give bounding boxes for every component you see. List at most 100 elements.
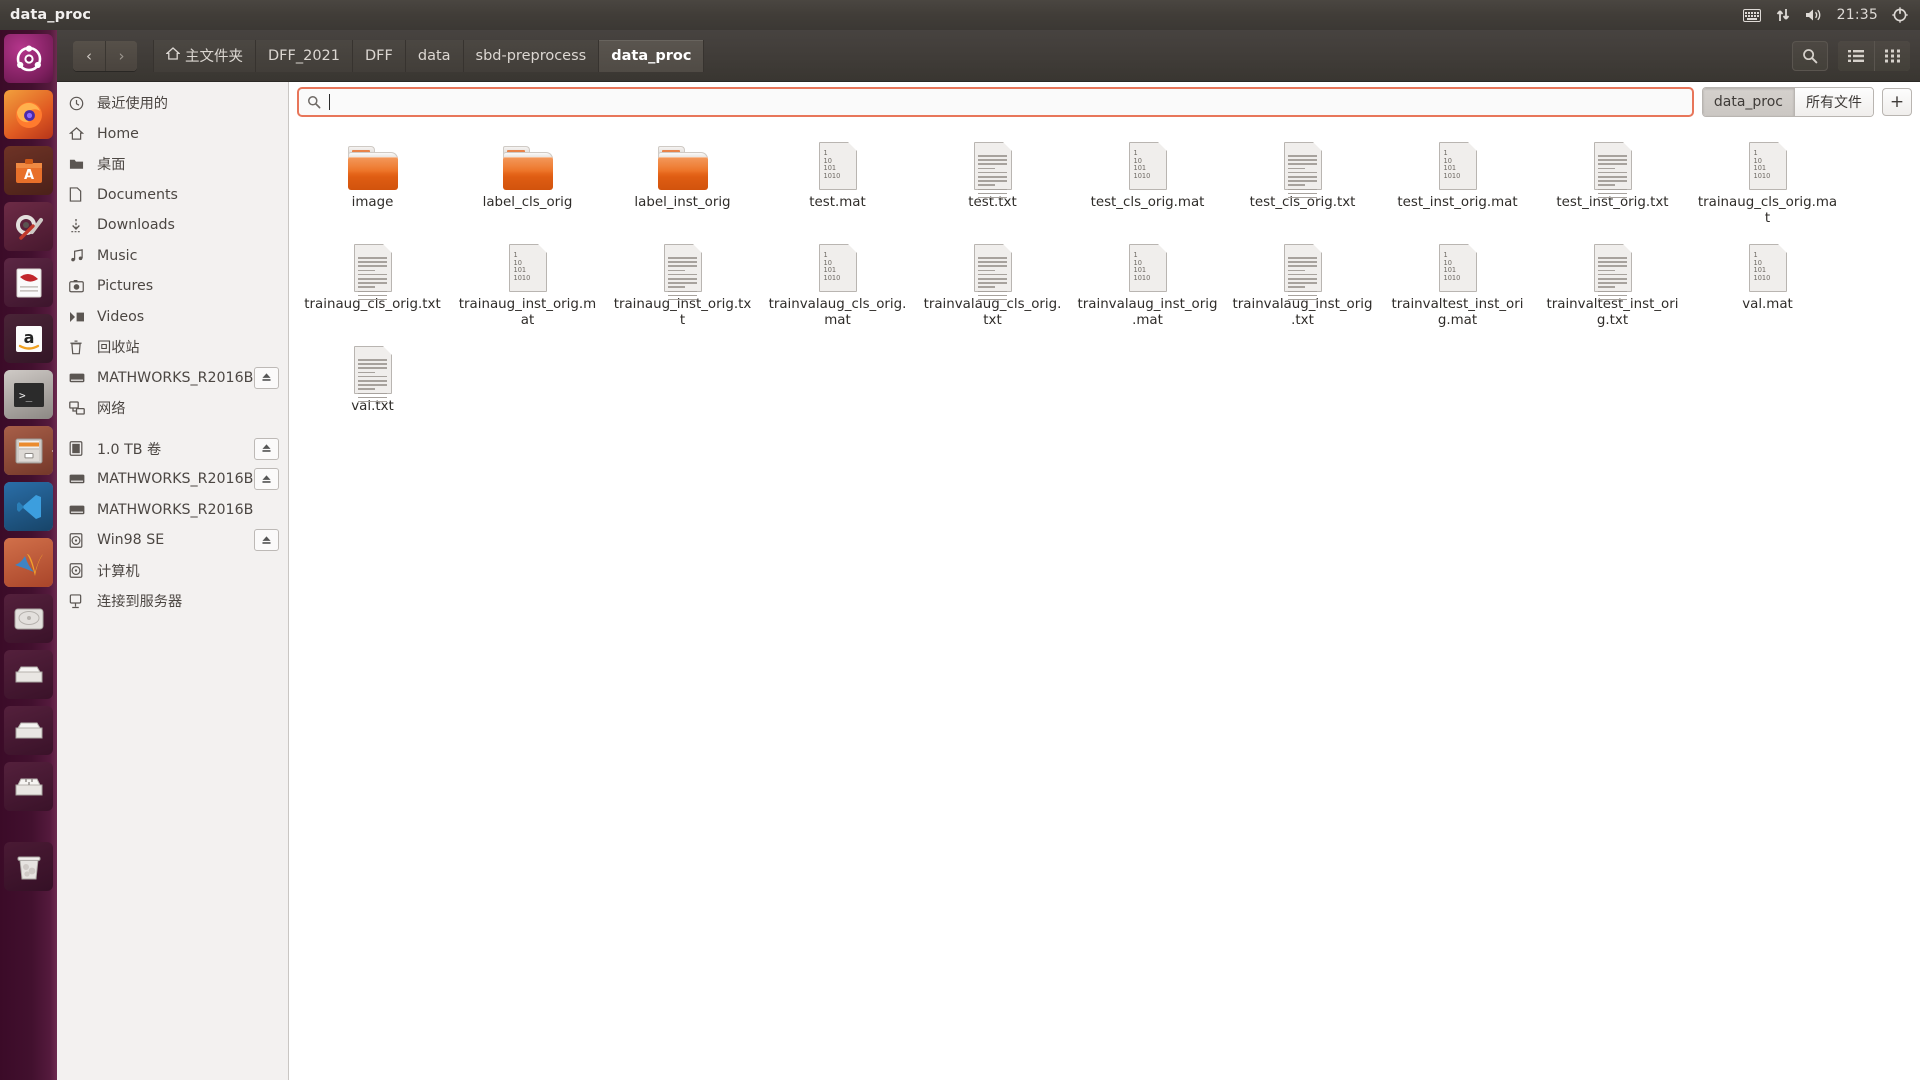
launcher-item-terminal[interactable]: >_ [4, 370, 53, 419]
file-item[interactable]: 1 10 101 1010 test_inst_orig.mat [1380, 128, 1535, 230]
launcher-item-libreoffice-writer[interactable] [4, 258, 53, 307]
eject-button[interactable] [254, 529, 279, 552]
file-item[interactable]: 1 10 101 1010 test_cls_orig.mat [1070, 128, 1225, 230]
launcher-item-ubuntu-dash[interactable] [4, 34, 53, 83]
sidebar-item-7[interactable]: Videos [57, 302, 288, 333]
clock-label[interactable]: 21:35 [1837, 7, 1878, 23]
sidebar-item-9[interactable]: MATHWORKS_R2016B [57, 363, 288, 394]
sidebar-item-2[interactable]: 桌面 [57, 149, 288, 180]
grid-view-icon[interactable] [1874, 40, 1910, 71]
forward-button[interactable]: › [105, 40, 137, 71]
breadcrumb-item-2[interactable]: DFF [353, 39, 406, 72]
search-icon[interactable] [1792, 40, 1828, 71]
sidebar-item-5[interactable]: Music [57, 241, 288, 272]
breadcrumb-item-5[interactable]: data_proc [599, 39, 705, 72]
file-item[interactable]: label_cls_orig [450, 128, 605, 230]
text-file-icon [353, 243, 393, 301]
tab-0[interactable]: data_proc [1702, 88, 1794, 116]
sidebar-item-3[interactable]: Documents [57, 180, 288, 211]
file-item[interactable]: label_inst_orig [605, 128, 760, 230]
sidebar-item-0[interactable]: 最近使用的 [57, 88, 288, 119]
file-item[interactable]: trainvaltest_inst_orig.txt [1535, 230, 1690, 332]
breadcrumb-item-0[interactable]: 主文件夹 [153, 39, 256, 72]
sidebar-item-4[interactable]: Downloads [57, 210, 288, 241]
sidebar-separator [57, 424, 288, 434]
list-view-icon[interactable] [1838, 40, 1874, 71]
search-input[interactable] [297, 87, 1694, 117]
file-item[interactable]: 1 10 101 1010 trainvalaug_inst_orig.mat [1070, 230, 1225, 332]
file-item[interactable]: trainaug_inst_orig.txt [605, 230, 760, 332]
text-file-icon [1593, 243, 1633, 301]
launcher-item-matlab[interactable] [4, 538, 53, 587]
power-gear-icon[interactable] [1892, 7, 1908, 23]
eject-button[interactable] [254, 366, 279, 389]
drive-icon [69, 504, 93, 516]
server-icon [69, 594, 93, 609]
file-item[interactable]: 1 10 101 1010 trainvalaug_cls_orig.mat [760, 230, 915, 332]
binary-icon-text: 1 10 101 1010 [513, 251, 531, 282]
volume-icon[interactable] [1805, 7, 1823, 23]
sidebar-item-12[interactable]: MATHWORKS_R2016B [57, 464, 288, 495]
breadcrumb-label: 主文件夹 [185, 49, 243, 65]
breadcrumb-item-1[interactable]: DFF_2021 [256, 39, 353, 72]
file-name-label: trainvaltest_inst_orig.mat [1391, 297, 1524, 328]
sidebar-item-15[interactable]: 计算机 [57, 556, 288, 587]
sidebar-item-1[interactable]: Home [57, 119, 288, 150]
launcher-item-optical-drive-1[interactable] [4, 650, 53, 699]
sidebar-item-label: MATHWORKS_R2016B [97, 501, 254, 518]
file-item[interactable]: val.txt [295, 332, 450, 419]
keyboard-icon[interactable] [1742, 8, 1761, 22]
sidebar-item-14[interactable]: Win98 SE [57, 525, 288, 556]
breadcrumb-item-3[interactable]: data [405, 39, 464, 72]
panel-window-title[interactable]: data_proc [10, 7, 91, 23]
launcher-item-vscode[interactable] [4, 482, 53, 531]
breadcrumb-item-4[interactable]: sbd-preprocess [463, 39, 600, 72]
sidebar-item-8[interactable]: 回收站 [57, 332, 288, 363]
eject-button[interactable] [254, 468, 279, 491]
file-name-label: test_cls_orig.mat [1090, 195, 1205, 210]
file-grid: image label_cls_orig label_inst_orig 1 10 101… [289, 122, 1920, 1080]
binary-icon-text: 1 10 101 1010 [1133, 251, 1151, 282]
file-item[interactable]: trainaug_cls_orig.txt [295, 230, 450, 332]
file-item[interactable]: 1 10 101 1010 trainvaltest_inst_orig.mat [1380, 230, 1535, 332]
file-item[interactable]: trainvalaug_inst_orig.txt [1225, 230, 1380, 332]
launcher-item-system-settings[interactable] [4, 202, 53, 251]
file-item[interactable]: 1 10 101 1010 test.mat [760, 128, 915, 230]
sidebar-item-label: Videos [97, 308, 145, 325]
top-panel: data_proc 21:35 [0, 0, 1920, 30]
sidebar-item-10[interactable]: 网络 [57, 393, 288, 424]
tab-1[interactable]: 所有文件 [1794, 88, 1873, 116]
file-icon [973, 134, 1013, 199]
sidebar-item-6[interactable]: Pictures [57, 271, 288, 302]
sidebar-item-16[interactable]: 连接到服务器 [57, 586, 288, 617]
file-item[interactable]: trainvalaug_cls_orig.txt [915, 230, 1070, 332]
launcher-item-win98-drive[interactable] [4, 762, 53, 811]
launcher-item-software-center[interactable]: A [4, 146, 53, 195]
network-updown-icon[interactable] [1775, 7, 1791, 23]
launcher-item-files[interactable] [4, 426, 53, 475]
sidebar-item-13[interactable]: MATHWORKS_R2016B [57, 495, 288, 526]
file-item[interactable]: image [295, 128, 450, 230]
launcher-item-amazon[interactable]: a [4, 314, 53, 363]
launcher-item-hard-disk[interactable] [4, 594, 53, 643]
sidebar-item-label: 回收站 [97, 340, 140, 357]
eject-button[interactable] [254, 437, 279, 460]
toolbar: ‹ › 主文件夹 DFF_2021 DFF data sbd-preprocess dat… [57, 30, 1920, 82]
back-button[interactable]: ‹ [73, 40, 105, 71]
file-item[interactable]: 1 10 101 1010 trainaug_cls_orig.mat [1690, 128, 1845, 230]
sidebar-item-11[interactable]: 1.0 TB 卷 [57, 434, 288, 465]
file-icon [973, 236, 1013, 301]
binary-file-icon: 1 10 101 1010 [508, 243, 548, 292]
file-icon [657, 134, 708, 190]
view-toggle-group [1838, 40, 1910, 71]
file-item[interactable]: test_inst_orig.txt [1535, 128, 1690, 230]
file-item[interactable]: 1 10 101 1010 val.mat [1690, 230, 1845, 332]
launcher-item-firefox[interactable] [4, 90, 53, 139]
file-item[interactable]: test_cls_orig.txt [1225, 128, 1380, 230]
file-item[interactable]: 1 10 101 1010 trainaug_inst_orig.mat [450, 230, 605, 332]
launcher-item-trash[interactable] [4, 842, 53, 891]
launcher-item-optical-drive-2[interactable] [4, 706, 53, 755]
add-tab-button[interactable]: + [1882, 88, 1912, 116]
binary-file-icon: 1 10 101 1010 [1748, 243, 1788, 292]
file-item[interactable]: test.txt [915, 128, 1070, 230]
